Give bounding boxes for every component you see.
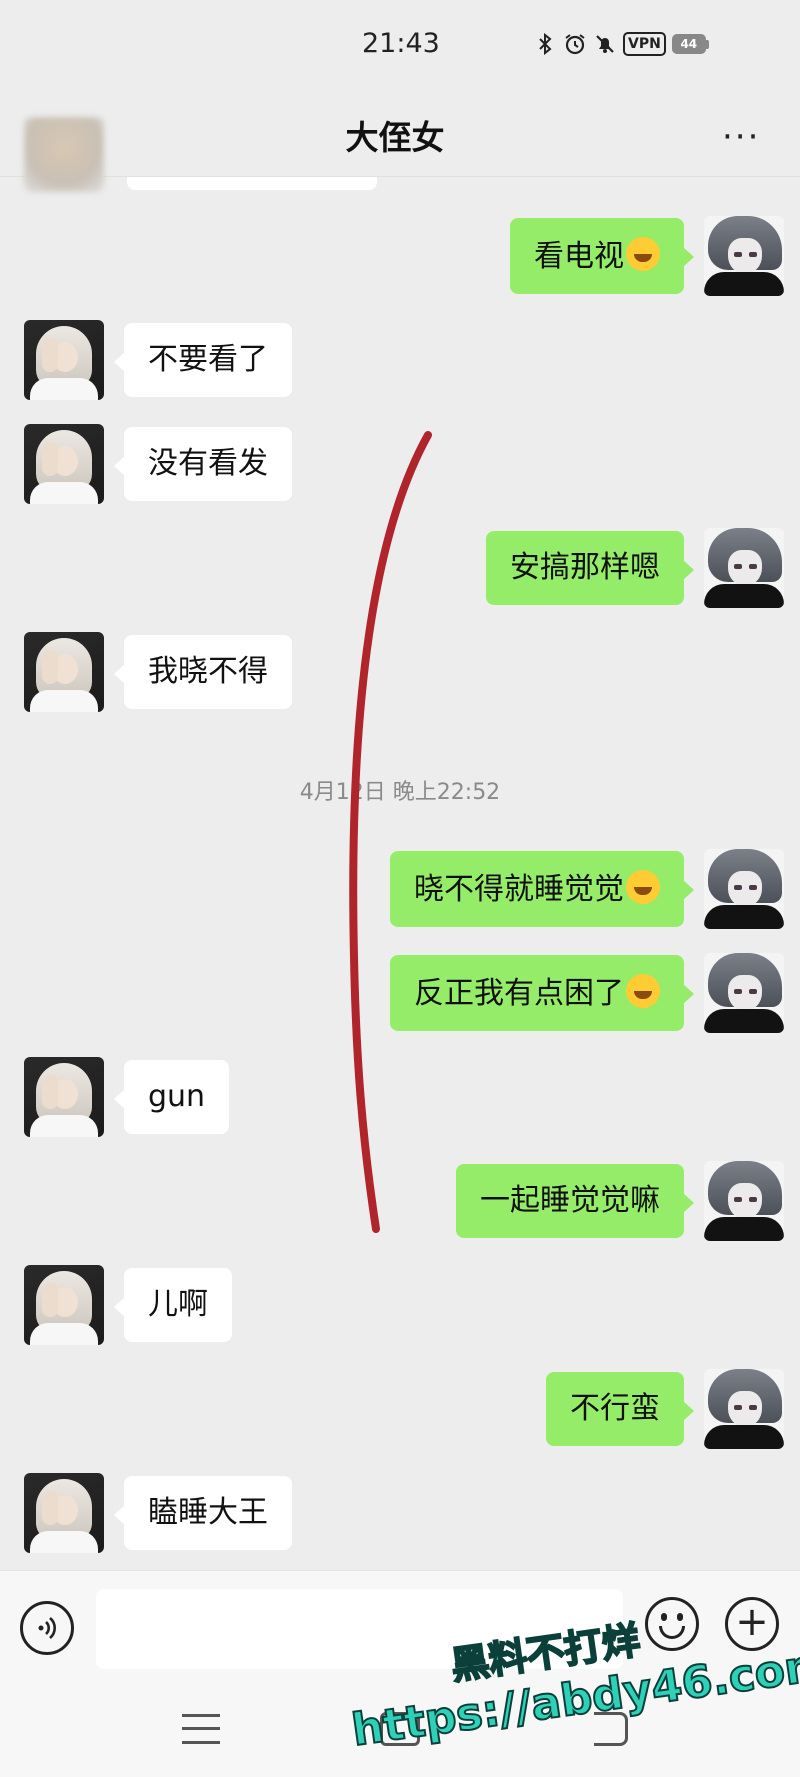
alarm-icon: [565, 34, 585, 55]
message-bubble[interactable]: 不要看了: [114, 323, 292, 397]
message-timestamp: 4月12日 晚上22:52: [299, 780, 501, 805]
message-outgoing: 安搞那样嗯: [486, 528, 784, 608]
my-avatar[interactable]: [704, 1369, 784, 1449]
contact-avatar[interactable]: [24, 632, 104, 712]
recent-apps-icon[interactable]: [182, 1714, 220, 1744]
voice-input-button[interactable]: [20, 1601, 74, 1655]
message-bubble[interactable]: 看电视: [510, 218, 694, 294]
battery-icon: 44: [671, 34, 709, 54]
message-bubble[interactable]: 反正我有点困了: [390, 955, 694, 1031]
cry-emoji-icon: [626, 974, 660, 1008]
voice-icon: [38, 1617, 56, 1639]
contact-avatar[interactable]: [24, 1057, 104, 1137]
battery-level: 44: [671, 34, 706, 54]
grin-emoji-icon: [626, 237, 660, 271]
message-outgoing: 不行蛮: [546, 1369, 784, 1449]
my-avatar[interactable]: [704, 849, 784, 929]
bluetooth-icon: [539, 32, 552, 56]
message-input[interactable]: [96, 1589, 623, 1669]
contact-avatar[interactable]: [24, 320, 104, 400]
message-incoming: gun: [24, 1057, 230, 1137]
my-avatar[interactable]: [704, 528, 784, 608]
message-bubble[interactable]: 我晓不得: [114, 635, 292, 709]
message-incoming: 我晓不得: [24, 632, 292, 712]
home-icon[interactable]: [380, 1712, 420, 1746]
message-bubble[interactable]: 瞌睡大王: [114, 1476, 292, 1550]
message-list[interactable]: 看电视 不要看了 没有看发 安搞那样嗯 我晓不得 4月12日 晚上22:52 晓…: [0, 177, 800, 1570]
emoji-button[interactable]: [645, 1597, 699, 1651]
message-incoming: 瞌睡大王: [24, 1473, 292, 1553]
message-outgoing: 看电视: [510, 216, 784, 296]
contact-avatar[interactable]: [24, 1473, 104, 1553]
chat-header: 大侄女 ···: [0, 95, 800, 192]
message-bubble[interactable]: 没有看发: [114, 427, 292, 501]
message-bubble[interactable]: 安搞那样嗯: [486, 531, 694, 605]
message-outgoing: 一起睡觉觉嘛: [456, 1161, 784, 1241]
system-nav-bar: [0, 1688, 800, 1777]
partial-message-bubble: [127, 177, 377, 190]
vpn-badge: VPN: [623, 32, 666, 56]
status-bar: 21:43 VPN 44: [0, 0, 800, 95]
my-avatar[interactable]: [704, 1161, 784, 1241]
message-outgoing: 晓不得就睡觉觉: [390, 849, 784, 929]
message-bubble[interactable]: gun: [113, 1060, 230, 1134]
input-bar: +: [0, 1570, 800, 1688]
my-avatar[interactable]: [704, 216, 784, 296]
chat-title: 大侄女: [345, 118, 445, 157]
message-outgoing: 反正我有点困了: [390, 953, 784, 1033]
message-incoming: 儿啊: [24, 1265, 232, 1345]
message-incoming: 不要看了: [24, 320, 292, 400]
status-icons: VPN 44: [533, 32, 709, 56]
message-bubble[interactable]: 不行蛮: [546, 1372, 694, 1446]
message-bubble[interactable]: 儿啊: [114, 1268, 232, 1342]
message-bubble[interactable]: 一起睡觉觉嘛: [456, 1164, 694, 1238]
back-icon[interactable]: [594, 1712, 628, 1746]
laugh-cry-emoji-icon: [626, 870, 660, 904]
message-incoming: 没有看发: [24, 424, 292, 504]
message-bubble[interactable]: 晓不得就睡觉觉: [390, 851, 694, 927]
plus-button[interactable]: +: [725, 1597, 779, 1651]
status-time: 21:43: [362, 28, 440, 59]
my-avatar[interactable]: [704, 953, 784, 1033]
mute-icon: [596, 35, 614, 53]
contact-avatar[interactable]: [24, 424, 104, 504]
more-options-icon[interactable]: ···: [722, 117, 760, 157]
contact-avatar[interactable]: [24, 1265, 104, 1345]
